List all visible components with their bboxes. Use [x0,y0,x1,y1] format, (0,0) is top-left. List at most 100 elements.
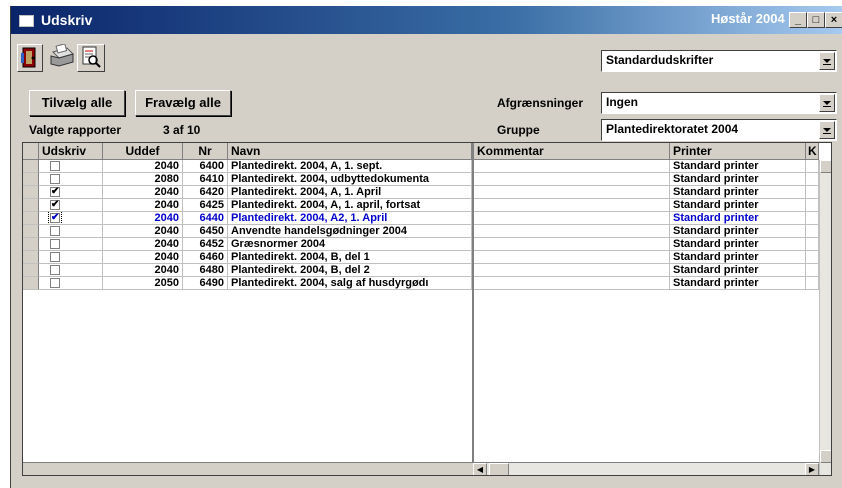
k-cell[interactable] [806,212,819,225]
k-cell[interactable] [806,277,819,290]
k-cell[interactable] [806,264,819,277]
title-bar[interactable]: Udskriv Høstår 2004 _ □ × [11,6,842,34]
udskriv-cell [39,173,103,186]
chevron-down-icon[interactable] [819,121,835,139]
horizontal-scrollbar[interactable]: ◀ ▶ [473,462,819,475]
print-checkbox[interactable] [50,239,60,249]
column-header-uddef[interactable]: Uddef [103,143,183,160]
print-checkbox[interactable]: ✔ [50,187,60,197]
print-checkbox[interactable] [50,161,60,171]
table-row[interactable]: 2040 6452 Græsnormer 2004 Standard printer [23,238,831,251]
k-cell[interactable] [806,160,819,173]
printer-icon [50,43,74,67]
k-cell[interactable] [806,173,819,186]
table-row[interactable]: ✔ 2040 6440 Plantedirekt. 2004, A2, 1. Apri… [23,212,831,225]
close-button[interactable]: × [825,12,842,28]
scroll-right-button[interactable]: ▶ [805,463,819,475]
printer-cell[interactable]: Standard printer [670,212,806,225]
row-selector[interactable] [23,173,39,186]
kommentar-cell[interactable] [474,264,670,277]
row-selector[interactable] [23,186,39,199]
kommentar-cell[interactable] [474,277,670,290]
column-header-printer[interactable]: Printer [670,143,806,160]
limits-select[interactable]: Ingen [601,92,837,114]
minimize-button[interactable]: _ [789,12,807,28]
kommentar-cell[interactable] [474,212,670,225]
print-checkbox[interactable] [50,174,60,184]
row-selector[interactable] [23,277,39,290]
print-checkbox[interactable] [50,265,60,275]
udskriv-cell [39,225,103,238]
k-cell[interactable] [806,199,819,212]
kommentar-cell[interactable] [474,238,670,251]
column-header-nr[interactable]: Nr [183,143,228,160]
season-label: Høstår 2004 [711,11,785,26]
table-row[interactable]: 2040 6400 Plantedirekt. 2004, A, 1. sept. S… [23,160,831,173]
report-type-select[interactable]: Standardudskrifter [601,50,837,72]
select-all-button[interactable]: Tilvælg alle [29,90,125,116]
kommentar-cell[interactable] [474,173,670,186]
print-checkbox[interactable]: ✔ [48,212,62,224]
k-cell[interactable] [806,186,819,199]
report-type-value: Standardudskrifter [606,53,714,67]
maximize-button[interactable]: □ [807,12,825,28]
printer-cell[interactable]: Standard printer [670,173,806,186]
table-row[interactable]: 2080 6410 Plantedirekt. 2004, udbyttedokum… [23,173,831,186]
split-divider[interactable] [472,143,474,475]
print-checkbox[interactable] [50,252,60,262]
navn-cell: Plantedirekt. 2004, salg af husdyrgødı [228,277,472,290]
print-checkbox[interactable] [50,226,60,236]
print-checkbox[interactable] [50,278,60,288]
row-selector[interactable] [23,251,39,264]
k-cell[interactable] [806,225,819,238]
printer-cell[interactable]: Standard printer [670,225,806,238]
deselect-all-button[interactable]: Fravælg alle [135,90,231,116]
scroll-down-button[interactable] [820,450,831,463]
column-header-udskriv[interactable]: Udskriv [39,143,103,160]
printer-cell[interactable]: Standard printer [670,238,806,251]
row-selector[interactable] [23,199,39,212]
table-row[interactable]: 2040 6450 Anvendte handelsgødninger 2004 St… [23,225,831,238]
print-button[interactable] [47,43,77,72]
row-selector[interactable] [23,264,39,277]
kommentar-cell[interactable] [474,186,670,199]
group-select[interactable]: Plantedirektoratet 2004 [601,119,837,141]
k-cell[interactable] [806,251,819,264]
kommentar-cell[interactable] [474,199,670,212]
printer-cell[interactable]: Standard printer [670,277,806,290]
table-row[interactable]: 2040 6460 Plantedirekt. 2004, B, del 1 Stan… [23,251,831,264]
table-row[interactable]: ✔ 2040 6420 Plantedirekt. 2004, A, 1. April… [23,186,831,199]
printer-cell[interactable]: Standard printer [670,251,806,264]
row-selector[interactable] [23,225,39,238]
printer-cell[interactable]: Standard printer [670,199,806,212]
scroll-left-button[interactable]: ◀ [473,463,487,475]
row-selector[interactable] [23,160,39,173]
nr-cell: 6400 [183,160,228,173]
row-selector[interactable] [23,238,39,251]
column-header-navn[interactable]: Navn [228,143,472,160]
kommentar-cell[interactable] [474,225,670,238]
printer-cell[interactable]: Standard printer [670,186,806,199]
vertical-scrollbar[interactable] [819,160,831,475]
chevron-down-icon[interactable] [819,52,835,70]
nr-cell: 6420 [183,186,228,199]
print-checkbox[interactable]: ✔ [50,200,60,210]
preview-button[interactable] [77,44,105,72]
printer-cell[interactable]: Standard printer [670,160,806,173]
column-header-k[interactable]: K [806,143,819,160]
row-selector[interactable] [23,212,39,225]
uddef-cell: 2040 [103,186,183,199]
exit-button[interactable] [17,44,43,72]
chevron-down-icon[interactable] [819,94,835,112]
table-row[interactable]: 2040 6480 Plantedirekt. 2004, B, del 2 Stan… [23,264,831,277]
table-row[interactable]: ✔ 2040 6425 Plantedirekt. 2004, A, 1. april… [23,199,831,212]
scroll-thumb[interactable] [489,463,509,475]
scroll-up-button[interactable] [820,160,831,173]
table-row[interactable]: 2050 6490 Plantedirekt. 2004, salg af husd… [23,277,831,290]
kommentar-cell[interactable] [474,160,670,173]
kommentar-cell[interactable] [474,251,670,264]
column-header-kommentar[interactable]: Kommentar [474,143,670,160]
k-cell[interactable] [806,238,819,251]
reports-grid[interactable]: Udskriv Uddef Nr Navn Kommentar Printer … [22,142,832,476]
printer-cell[interactable]: Standard printer [670,264,806,277]
